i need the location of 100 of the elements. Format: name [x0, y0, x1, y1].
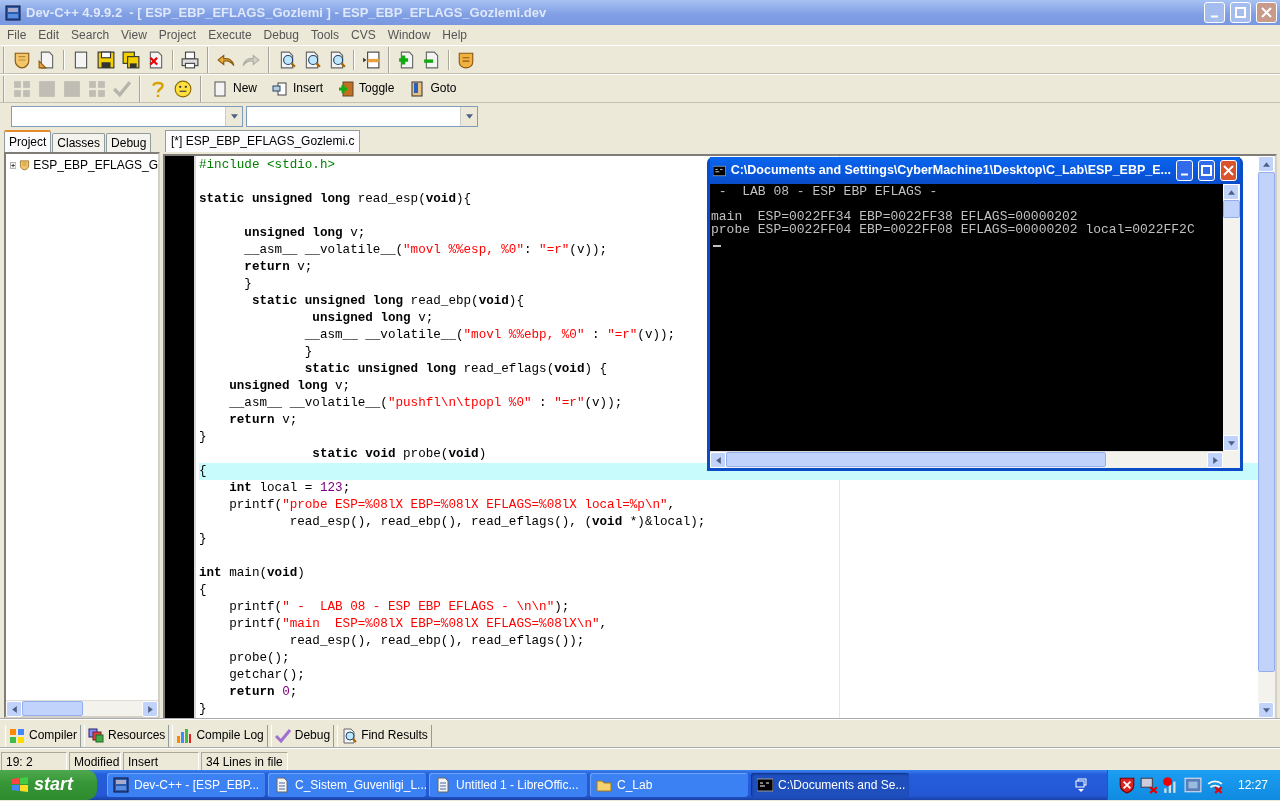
- menu-item[interactable]: CVS: [344, 26, 382, 44]
- close-icon: [1261, 7, 1272, 18]
- menu-item[interactable]: File: [1, 26, 33, 44]
- magnifier-icon[interactable]: [328, 50, 346, 69]
- menu-item[interactable]: Execute: [202, 26, 258, 44]
- maximize-button[interactable]: [1198, 160, 1215, 181]
- arrow-icon[interactable]: [1227, 440, 1235, 446]
- dropdown-field[interactable]: [246, 105, 478, 127]
- scroll-thumb[interactable]: [22, 701, 83, 716]
- shield-document-icon: [19, 157, 31, 173]
- code-line: __asm__ __volatile__("pushfl\n\tpopl %0" : "=r"(v));: [229, 395, 623, 412]
- document-cross-icon[interactable]: [147, 50, 165, 69]
- code-line: }: [244, 276, 252, 293]
- code-line: int main(void): [199, 565, 305, 582]
- document-icon[interactable]: [38, 50, 56, 69]
- arrow-icon[interactable]: [1212, 456, 1218, 464]
- code-line: printf("probe ESP=%08lX EBP=%08lX EFLAGS=%08lX local=%p\n",: [229, 497, 676, 514]
- magnifier-icon[interactable]: [278, 50, 296, 69]
- list-shield-icon[interactable]: [457, 50, 475, 69]
- arrow-icon[interactable]: [1227, 189, 1235, 195]
- close-button[interactable]: [1256, 2, 1277, 23]
- scroll-thumb[interactable]: [1223, 200, 1240, 218]
- panel-tab[interactable]: Classes: [52, 133, 106, 152]
- panel-tab[interactable]: Find Results: [337, 724, 432, 747]
- editor-tab[interactable]: [*] ESP_EBP_EFLAGS_Gozlemi.c: [165, 130, 361, 152]
- panel-tab[interactable]: Debug: [270, 724, 335, 747]
- code-line: read_esp(), read_ebp(), read_eflags());: [289, 633, 585, 650]
- line-arrow-icon[interactable]: [362, 50, 380, 69]
- menu-item[interactable]: Edit: [32, 26, 66, 44]
- scrollbar[interactable]: [6, 700, 158, 716]
- printer-icon[interactable]: [181, 50, 199, 69]
- dropdown-field[interactable]: [11, 105, 243, 127]
- scrollbar[interactable]: [710, 451, 1223, 467]
- menu-item[interactable]: Tools: [304, 26, 345, 44]
- code-line: printf("main ESP=%08lX EBP=%08lX EFLAGS=%08lX\n",: [229, 616, 608, 633]
- panel-tab[interactable]: Compiler: [5, 724, 81, 747]
- panel-tab[interactable]: Compile Log: [172, 724, 268, 747]
- floppy-disks-icon[interactable]: [122, 50, 140, 69]
- console-line: probe ESP=0022FF04 EBP=0022FF08 EFLAGS=00000202 local=0022FF2C: [711, 223, 1195, 236]
- taskbar-button[interactable]: C_Lab: [590, 773, 748, 797]
- menu-item[interactable]: Search: [65, 26, 116, 44]
- folder-icon: [596, 777, 612, 793]
- minus-document-icon[interactable]: [423, 50, 441, 69]
- menu-item[interactable]: Window: [381, 26, 437, 44]
- scrollbar[interactable]: [1223, 184, 1240, 451]
- code-line: printf(" - LAB 08 - ESP EBP EFLAGS - \n\n");: [229, 599, 570, 616]
- menu-item[interactable]: Help: [436, 26, 474, 44]
- plus-document-icon[interactable]: [398, 50, 416, 69]
- code-line: static unsigned long read_eflags(void) {: [304, 361, 608, 378]
- arrow-icon[interactable]: [1262, 707, 1270, 713]
- console-line: - LAB 08 - ESP EBP EFLAGS -: [718, 186, 938, 199]
- tree-item[interactable]: ESP_EBP_EFLAGS_G: [33, 157, 158, 173]
- window-title: C:\Documents and Settings\CyberMachine1\Desktop\C_Lab\ESP_EBP_E...: [730, 163, 1171, 178]
- page-icon[interactable]: [72, 50, 90, 69]
- panel-tab[interactable]: Resources: [84, 724, 170, 747]
- smiley-icon[interactable]: [174, 79, 192, 98]
- maximize-icon: [1201, 165, 1212, 176]
- console-icon: [757, 777, 773, 793]
- network-icon[interactable]: [1139, 776, 1158, 794]
- clock: 12:27: [1237, 777, 1268, 793]
- code-line: {: [199, 582, 207, 599]
- menu-item[interactable]: Project: [152, 26, 203, 44]
- shield-document-icon[interactable]: [13, 50, 31, 69]
- monitor-icon[interactable]: [1183, 776, 1202, 794]
- arrow-icon[interactable]: [715, 456, 721, 464]
- toolbar-button[interactable]: Insert: [270, 80, 330, 97]
- code-line: probe();: [229, 650, 290, 667]
- window-switch-icon[interactable]: [1072, 777, 1089, 793]
- code-line: }: [199, 701, 207, 718]
- magnifier-icon: [341, 727, 358, 744]
- minimize-button[interactable]: [1176, 160, 1193, 181]
- arrow-icon[interactable]: [1262, 161, 1270, 167]
- scroll-thumb[interactable]: [726, 452, 1106, 467]
- maximize-icon: [1235, 7, 1246, 18]
- arrow-icon[interactable]: [230, 113, 238, 119]
- code-line: }: [304, 344, 313, 361]
- taskbar-button[interactable]: Dev-C++ - [ESP_EBP...: [107, 773, 265, 797]
- close-button[interactable]: [1220, 160, 1237, 181]
- menu-item[interactable]: View: [115, 26, 153, 44]
- shield-icon[interactable]: [1117, 776, 1136, 794]
- arrow-icon[interactable]: [147, 705, 153, 713]
- bar-chart-icon: [176, 727, 193, 744]
- toolbar-button[interactable]: Toggle: [336, 80, 401, 97]
- taskbar-button[interactable]: Untitled 1 - LibreOffic...: [429, 773, 587, 797]
- code-line: }: [199, 429, 207, 446]
- arrow-icon[interactable]: [11, 705, 17, 713]
- menu-item[interactable]: Debug: [257, 26, 305, 44]
- start-button[interactable]: start: [0, 770, 97, 800]
- toolbar-button[interactable]: New: [210, 80, 263, 97]
- taskbar-button[interactable]: C:\Documents and Se...: [751, 773, 909, 797]
- minimize-icon: [1181, 173, 1188, 176]
- toolbar-button[interactable]: Goto: [407, 80, 463, 97]
- panel-tab[interactable]: Project: [4, 130, 52, 152]
- code-line: #include <stdio.h>: [199, 157, 336, 174]
- expand-icon[interactable]: [10, 160, 17, 170]
- taskbar-button[interactable]: C_Sistem_Guvenligi_L...: [268, 773, 426, 797]
- arrow-icon[interactable]: [465, 113, 473, 119]
- console-line: main ESP=0022FF34 EBP=0022FF38 EFLAGS=00000202: [711, 211, 1078, 224]
- magnifier-icon[interactable]: [303, 50, 321, 69]
- panel-tab[interactable]: Debug: [106, 133, 152, 152]
